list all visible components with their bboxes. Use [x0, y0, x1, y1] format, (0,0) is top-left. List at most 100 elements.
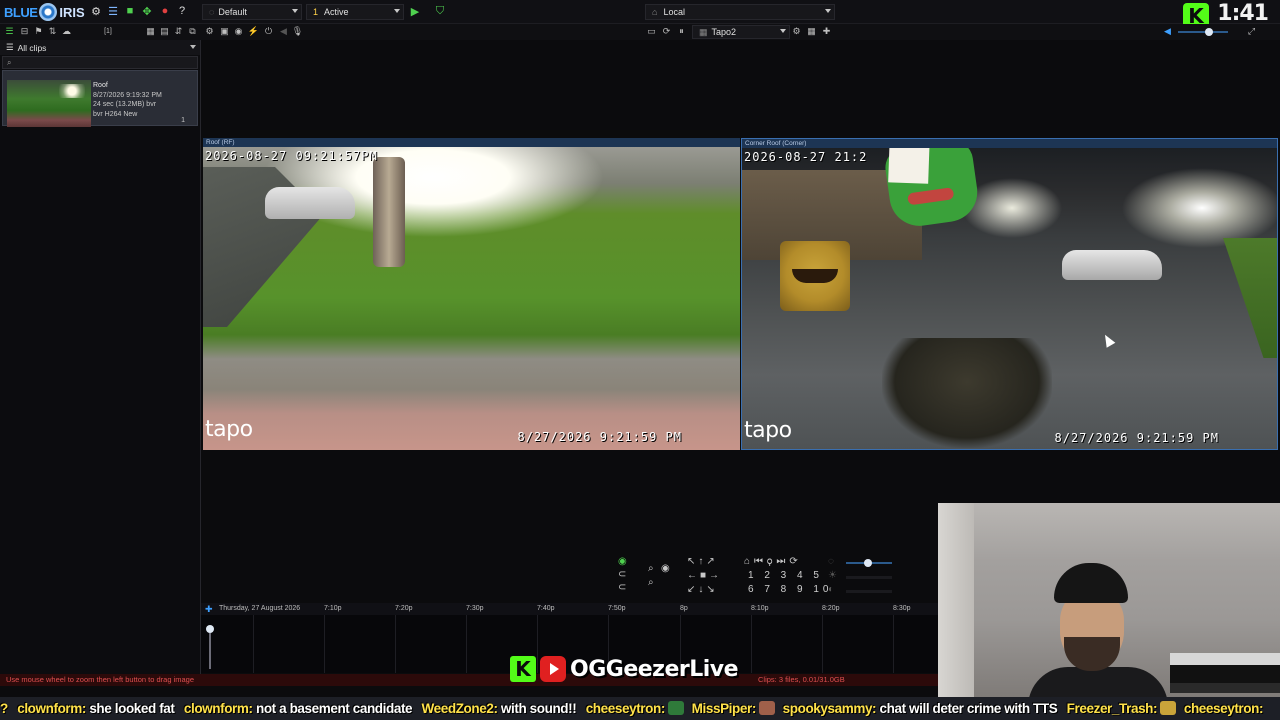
chat-icon[interactable]: ☁	[61, 26, 72, 37]
camera-add-icon[interactable]: ■	[124, 5, 136, 17]
volume-slider[interactable]	[1178, 31, 1228, 33]
shield-check-icon[interactable]: ⛉	[434, 5, 446, 17]
frog-emote	[882, 148, 982, 230]
timeline-tick-label: 7:10p	[324, 605, 342, 612]
microphone-icon[interactable]: 🎙	[292, 26, 303, 37]
schedule-value: Active	[324, 7, 349, 17]
chat-emote-icon	[668, 701, 685, 715]
play-icon[interactable]: ▶	[409, 5, 421, 18]
timeline-gridline	[822, 615, 823, 673]
clock: 1:41	[1217, 1, 1269, 26]
schedule-select[interactable]: 1 Active	[306, 4, 404, 20]
timeline-tick-label: 7:40p	[537, 605, 555, 612]
timeline-playhead[interactable]	[209, 633, 211, 669]
timeline-gridline	[324, 615, 325, 673]
camera-osd-date: 8/27/2026 9:21:59 PM	[517, 430, 682, 444]
timeline-tick-label: 8:20p	[822, 605, 840, 612]
grid-icon[interactable]: ▦	[145, 26, 156, 37]
zoom-in-icon[interactable]: ⌕	[648, 562, 654, 576]
eye-icon[interactable]: ◉	[661, 562, 670, 576]
calendar-icon[interactable]: ▤	[159, 26, 170, 37]
image-icon[interactable]: ▣	[219, 26, 230, 37]
profile-icon: ◌	[209, 7, 215, 17]
settings-gear-icon[interactable]: ⚙	[90, 5, 102, 18]
move-icon[interactable]: ✥	[141, 5, 153, 18]
connection-select[interactable]: ⌂ Local	[645, 4, 835, 20]
timeline-playhead-handle[interactable]	[206, 625, 214, 633]
camera-osd-timestamp: 2026-08-27 21:2	[744, 150, 868, 164]
chat-emote-icon	[759, 701, 776, 715]
toggle-icon[interactable]: ⊂	[618, 581, 626, 595]
bookmark-icon[interactable]: ⧉	[187, 26, 198, 37]
profile-select[interactable]: ◌ Default	[202, 4, 302, 20]
camera-tile-roof[interactable]: Roof (RF) 2026-08-27 09:21:57PM tapo 8/2…	[203, 138, 740, 450]
speaker-icon[interactable]: ◀	[278, 26, 289, 37]
youtube-logo-icon	[540, 656, 566, 682]
refresh-icon[interactable]: ⟳	[661, 26, 672, 37]
menu-icon[interactable]: ☰	[4, 26, 15, 37]
clips-search-input[interactable]: ⌕	[2, 56, 198, 69]
camera-video[interactable]: 2026-08-27 09:21:57PM tapo 8/27/2026 9:2…	[203, 147, 740, 450]
cap	[1054, 563, 1128, 603]
brightness-slider[interactable]	[846, 576, 892, 579]
camera-tile-corner-roof[interactable]: Corner Roof (Corner) 2026-08-27 21:2 tap…	[741, 138, 1278, 450]
chat-user: spookysammy:	[782, 701, 877, 716]
power-icon[interactable]: ⏻	[263, 26, 274, 37]
status-hint: Use mouse wheel to zoom then left button…	[6, 675, 195, 684]
streamer-webcam	[938, 503, 1280, 697]
help-icon[interactable]: ?	[176, 5, 188, 17]
clip-list-item[interactable]: Roof 8/27/2026 9:19:32 PM 24 sec (13.2MB…	[2, 70, 198, 127]
clips-list-icon: ☰	[6, 42, 14, 52]
clip-duration: 24 sec (13.2MB) bvr	[93, 101, 157, 108]
ptz-preset-row-2[interactable]: 6 7 8 9 10	[748, 583, 832, 597]
toggle-icon[interactable]: ⊂	[618, 568, 626, 582]
stop-icon[interactable]: ●	[159, 5, 171, 17]
camera-select[interactable]: ▦ Tapo2	[692, 25, 790, 39]
ptz-arrows-bottom[interactable]: ↙↓↘	[687, 583, 718, 597]
bush	[882, 338, 1052, 448]
beard	[1064, 637, 1120, 671]
flag-icon[interactable]: ⚑	[33, 26, 44, 37]
parked-car	[265, 187, 355, 219]
camera-settings-icon[interactable]: ⚙	[791, 26, 802, 37]
trigger-icon[interactable]: ⚡	[248, 26, 259, 37]
record-icon[interactable]: ◉	[233, 26, 244, 37]
window-icon[interactable]: ▭	[646, 26, 657, 37]
list-icon[interactable]: ☰	[107, 5, 119, 18]
add-icon[interactable]: ✚	[821, 26, 832, 37]
clip-count: 1	[181, 117, 185, 124]
palm-tree	[373, 157, 405, 267]
clips-header[interactable]: ☰ All clips	[0, 40, 200, 55]
chat-message: not a basement candidate	[255, 701, 413, 716]
ptz-arrows-top[interactable]: ↖↑↗	[687, 555, 718, 569]
camera-select-value: Tapo2	[711, 27, 737, 37]
chat-user: clownform:	[183, 701, 253, 716]
camera-video[interactable]: 2026-08-27 21:2 tapo 8/27/2026 9:21:59 P…	[742, 148, 1277, 449]
network-icon: ⌂	[652, 7, 658, 17]
fullscreen-icon[interactable]: ⤢	[1246, 26, 1257, 37]
schedule-number: 1	[313, 7, 319, 17]
volume-slider-knob[interactable]	[1205, 28, 1213, 36]
kick-logo-icon: K	[510, 656, 536, 682]
pause-icon[interactable]: ⏸	[676, 26, 687, 37]
ptz-presets[interactable]: 1 2 3 4 5 6 7 8 9 10	[748, 569, 832, 597]
sort-alt-icon[interactable]: ⇵	[173, 26, 184, 37]
chat-user: WeedZone2:	[421, 701, 498, 716]
sort-icon[interactable]: ⇅	[47, 26, 58, 37]
zoom-out-icon[interactable]: ⌕	[648, 576, 654, 590]
contrast-slider[interactable]	[846, 590, 892, 593]
ptz-preset-icons[interactable]: ⌂⏮⚲⏭⟳	[744, 555, 802, 569]
ptz-preset-row-1[interactable]: 1 2 3 4 5	[748, 569, 832, 583]
clip-thumbnail	[7, 80, 91, 127]
timeline-tick-label: 7:30p	[466, 605, 484, 612]
volume-icon[interactable]: ◀	[1162, 26, 1173, 37]
gear-icon[interactable]: ⚙	[204, 26, 215, 37]
ptz-speed-slider-knob[interactable]	[864, 559, 872, 567]
filter-icon[interactable]: ⊟	[19, 26, 30, 37]
timeline-tick-label: 7:50p	[608, 605, 626, 612]
ptz-status-icon[interactable]: ◉	[618, 555, 627, 569]
ptz-arrows-mid[interactable]: ←■→	[687, 569, 722, 583]
layout-grid-icon[interactable]: ▦	[806, 26, 817, 37]
timeline-add-icon[interactable]: ✚	[205, 604, 213, 615]
parked-car	[1062, 250, 1162, 280]
